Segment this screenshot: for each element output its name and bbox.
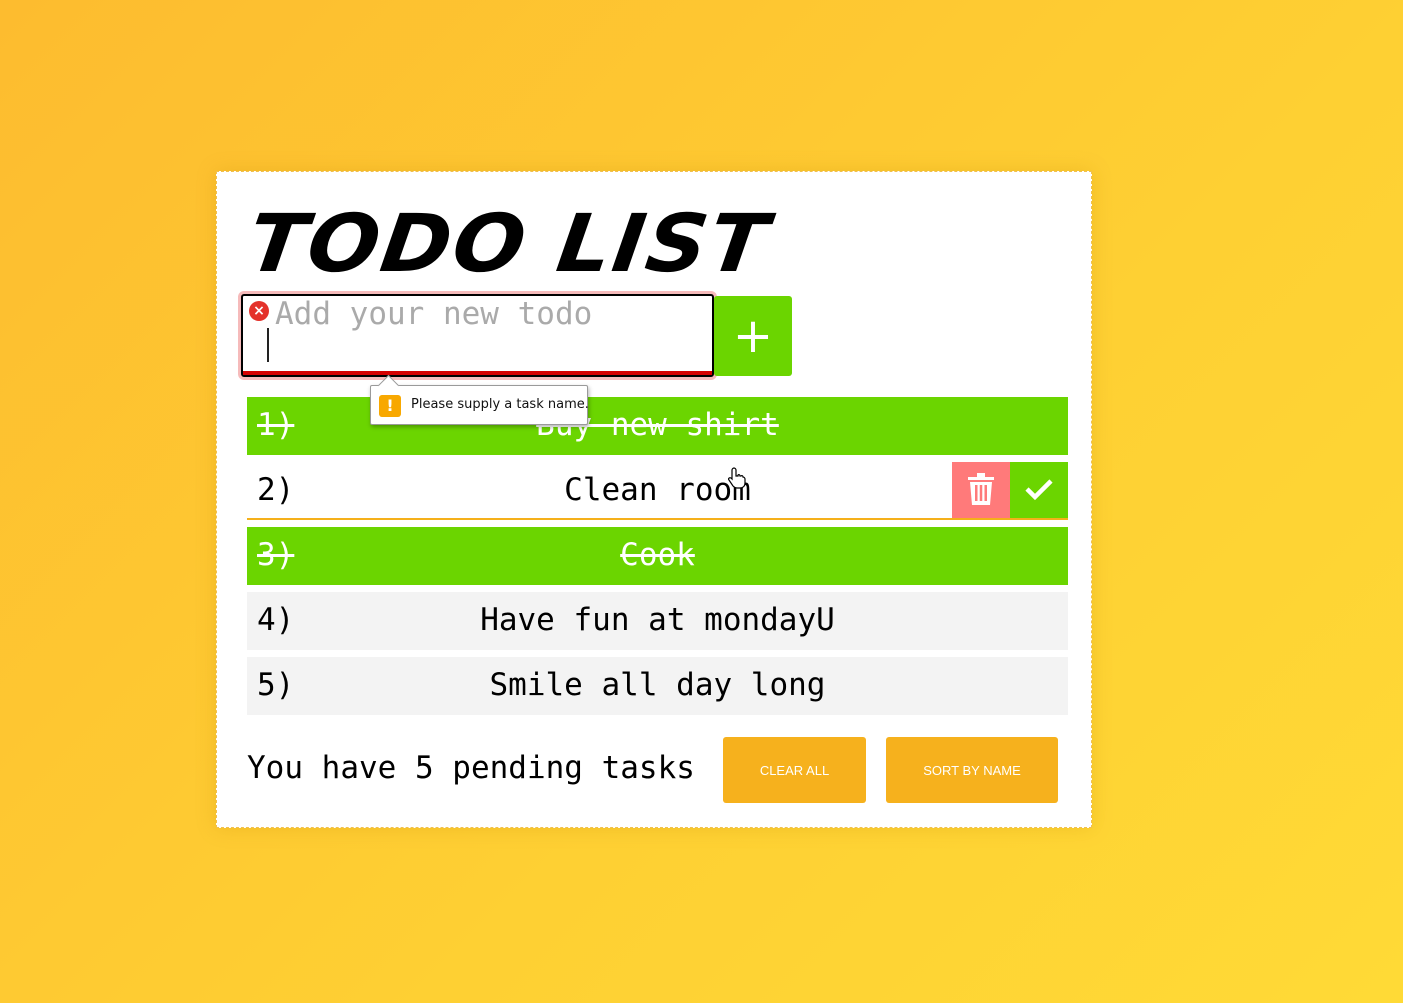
todo-text: Clean room <box>564 472 751 508</box>
todo-item[interactable]: 5) Smile all day long <box>247 657 1068 715</box>
todo-text: Cook <box>620 537 695 573</box>
delete-todo-button[interactable] <box>952 462 1010 518</box>
trash-icon <box>968 472 994 505</box>
todo-item[interactable]: 4) Have fun at mondayU <box>247 592 1068 650</box>
text-caret <box>267 328 269 362</box>
sort-by-name-button[interactable]: SORT BY NAME <box>886 737 1058 803</box>
todo-input[interactable] <box>275 296 705 332</box>
clear-all-button[interactable]: CLEAR ALL <box>723 737 866 803</box>
todo-text: Smile all day long <box>489 667 826 703</box>
check-icon <box>1025 478 1053 500</box>
error-icon: × <box>249 301 269 321</box>
warning-icon: ! <box>379 395 401 417</box>
todo-card: TODO LIST × + ! Please supply a task nam… <box>216 171 1092 828</box>
complete-todo-button[interactable] <box>1010 462 1068 518</box>
plus-icon: + <box>732 308 774 364</box>
validation-tooltip: ! Please supply a task name. <box>370 385 589 425</box>
add-todo-button[interactable]: + <box>714 296 792 376</box>
hand-cursor-icon <box>728 467 746 489</box>
page-title: TODO LIST <box>242 196 776 290</box>
validation-message: Please supply a task name. <box>411 397 589 412</box>
pending-count: You have 5 pending tasks <box>247 750 695 786</box>
todo-input-container[interactable]: × <box>241 294 714 377</box>
todo-item[interactable]: 2) Clean room <box>247 462 1068 520</box>
todo-text: Have fun at mondayU <box>480 602 835 638</box>
todo-item[interactable]: 3) Cook <box>247 527 1068 585</box>
todo-list: 1) Buy new shirt 2) Clean room 3) Cook 4… <box>247 397 1068 722</box>
